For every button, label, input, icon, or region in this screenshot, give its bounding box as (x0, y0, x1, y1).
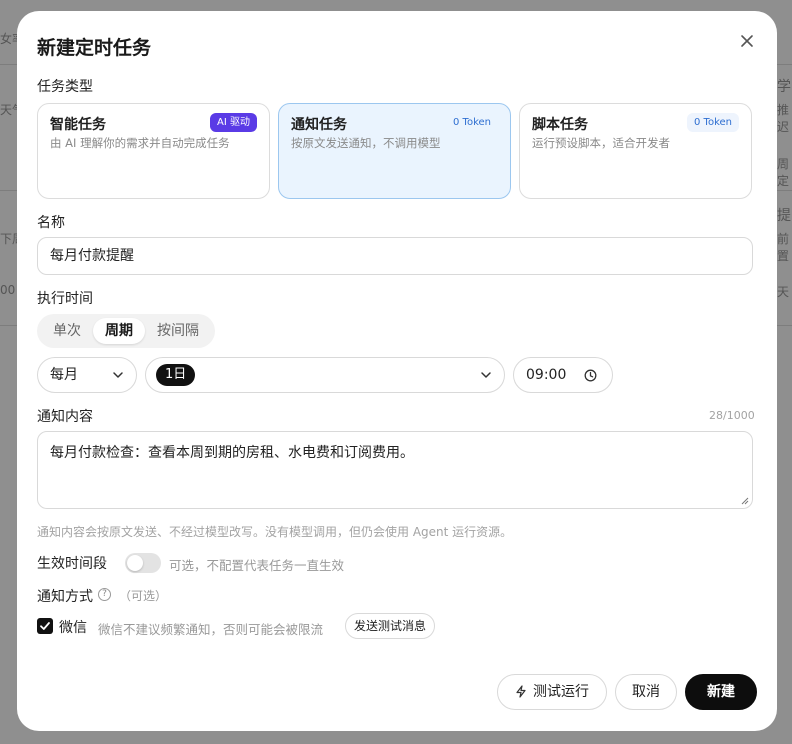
frequency-select[interactable]: 每月 (37, 357, 137, 393)
lightning-icon (516, 685, 526, 698)
bg-divider (777, 64, 792, 65)
send-test-message-button[interactable]: 发送测试消息 (345, 613, 436, 639)
effective-period-toggle[interactable] (125, 553, 161, 573)
task-type-card-notify[interactable]: 通知任务 0 Token 按原文发送通知，不调用模型 (278, 103, 511, 199)
mode-interval[interactable]: 按间隔 (147, 318, 209, 344)
new-scheduled-task-dialog: 新建定时任务 任务类型 智能任务 AI 驱动 由 AI 理解你的需求并自动完成任… (17, 11, 777, 731)
task-type-desc: 按原文发送通知，不调用模型 (291, 136, 441, 150)
create-button[interactable]: 新建 (685, 674, 757, 710)
bg-divider (0, 64, 17, 65)
day-chip[interactable]: 1日 (156, 364, 196, 386)
test-run-button[interactable]: 测试运行 (497, 674, 607, 710)
time-value: 09:00 (526, 367, 567, 383)
effective-period-label: 生效时间段 (37, 556, 107, 572)
cancel-button[interactable]: 取消 (615, 674, 677, 710)
chevron-down-icon (481, 372, 491, 378)
task-type-desc: 由 AI 理解你的需求并自动完成任务 (50, 136, 230, 150)
wechat-hint: 微信不建议频繁通知，否则可能会被限流 (98, 622, 324, 637)
dialog-title: 新建定时任务 (37, 37, 152, 59)
task-type-desc: 运行预设脚本，适合开发者 (532, 136, 670, 150)
token-badge: 0 Token (453, 117, 491, 128)
wechat-label: 微信 (59, 620, 87, 636)
content-text: 每月付款检查：查看本周到期的房租、水电费和订阅费用。 (50, 445, 414, 461)
close-icon[interactable] (737, 31, 757, 51)
name-label: 名称 (37, 215, 65, 231)
task-type-card-smart[interactable]: 智能任务 AI 驱动 由 AI 理解你的需求并自动完成任务 (37, 103, 270, 199)
mode-recurring[interactable]: 周期 (93, 318, 145, 344)
token-badge: 0 Token (687, 113, 739, 132)
bg-divider (777, 190, 792, 191)
bg-text: 天 (777, 285, 790, 299)
ai-badge: AI 驱动 (210, 113, 257, 132)
bg-text: 00 (0, 283, 16, 297)
bg-text: 前置 (777, 232, 790, 263)
chevron-down-icon (113, 372, 123, 378)
char-counter: 28/1000 (709, 409, 755, 422)
clock-icon (584, 369, 597, 382)
bg-text: 推迟 (777, 103, 790, 134)
task-type-title: 脚本任务 (532, 117, 588, 133)
effective-period-hint: 可选，不配置代表任务一直生效 (169, 558, 345, 573)
day-select[interactable]: 1日 (145, 357, 505, 393)
bg-divider (777, 325, 792, 326)
name-input[interactable]: 每月付款提醒 (37, 237, 753, 275)
mode-once[interactable]: 单次 (43, 318, 91, 344)
task-type-card-script[interactable]: 脚本任务 0 Token 运行预设脚本，适合开发者 (519, 103, 752, 199)
time-input[interactable]: 09:00 (513, 357, 613, 393)
task-type-title: 智能任务 (50, 117, 106, 133)
wechat-checkbox[interactable] (37, 618, 53, 634)
content-textarea[interactable]: 每月付款检查：查看本周到期的房租、水电费和订阅费用。 (37, 431, 753, 509)
help-icon[interactable]: ? (98, 588, 111, 601)
bg-text: 提 (777, 208, 791, 224)
bg-text: 学 (777, 79, 791, 95)
bg-divider (0, 190, 17, 191)
bg-divider (0, 325, 17, 326)
resize-handle-icon[interactable] (741, 497, 749, 505)
toggle-knob (127, 555, 143, 571)
test-run-label: 测试运行 (533, 684, 589, 700)
task-type-label: 任务类型 (37, 79, 93, 95)
schedule-label: 执行时间 (37, 291, 93, 307)
schedule-mode-segmented: 单次 周期 按间隔 (37, 314, 215, 348)
check-icon (40, 622, 50, 630)
content-label: 通知内容 (37, 409, 93, 425)
bg-text: 周定 (777, 157, 790, 188)
content-hint: 通知内容会按原文发送、不经过模型改写。没有模型调用，但仍会使用 Agent 运行… (37, 525, 513, 539)
notify-optional: （可选） (119, 589, 168, 603)
task-type-title: 通知任务 (291, 117, 347, 133)
frequency-value: 每月 (50, 367, 78, 383)
notify-label: 通知方式 (37, 589, 93, 605)
